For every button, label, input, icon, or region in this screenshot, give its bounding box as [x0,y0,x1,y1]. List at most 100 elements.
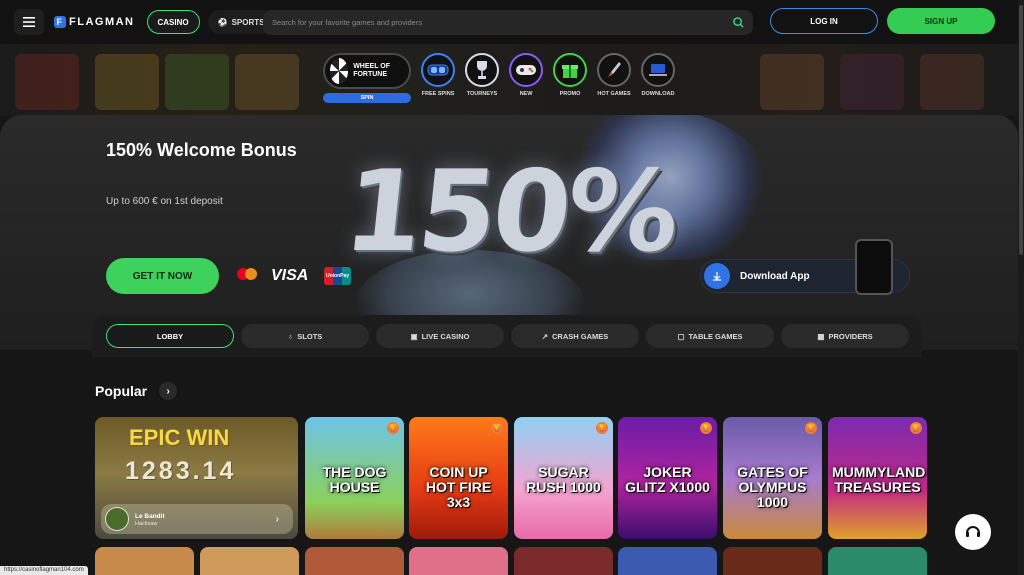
game-card[interactable] [618,547,717,575]
game-card[interactable]: COIN UP HOT FIRE 3x3 🏆 [409,417,508,539]
tab-live-casino[interactable]: ▣ LIVE CASINO [376,324,504,348]
wheel-card[interactable]: WHEEL OF FORTUNE [323,53,411,89]
trophy-icon: 🏆 [910,422,922,434]
tab-label: CRASH GAMES [552,331,609,341]
section-title: Popular [95,383,148,399]
game-avatar [105,507,129,531]
game-card[interactable]: JOKER GLITZ X1000 🏆 [618,417,717,539]
game-card[interactable]: THE DOG HOUSE 🏆 [305,417,404,539]
mastercard-icon [236,267,258,281]
banner-title: 150% Welcome Bonus [106,140,297,160]
game-card-title: JOKER GLITZ X1000 [625,464,710,495]
wheel-title: WHEEL OF FORTUNE [353,63,391,78]
trophy-icon: 🏆 [387,422,399,434]
quick-nav-label: DOWNLOAD [641,91,675,97]
game-card-title: COIN UP HOT FIRE 3x3 [425,464,492,510]
trophy-icon: 🏆 [596,422,608,434]
signup-button[interactable]: SIGN UP [887,8,995,34]
search-input[interactable]: Search for your favorite games and provi… [263,10,753,35]
crash-icon: ↗ [541,331,549,341]
live-casino-icon: ▣ [410,331,418,341]
search-placeholder: Search for your favorite games and provi… [272,18,423,27]
rocket-icon [597,53,631,87]
bg-game-tile [15,54,79,110]
featured-win-card[interactable]: EPIC WIN 1283.14 Le Bandit Hacksaw › [95,417,298,539]
popular-section-header: Popular › [95,382,178,400]
logo-text: FLAGMAN [69,16,135,28]
game-card[interactable]: GATES OF OLYMPUS 1000 🏆 [723,417,822,539]
banner-big-percent: 150% [338,147,682,277]
hamburger-icon [23,17,35,27]
tab-label: LIVE CASINO [421,331,470,341]
support-chat-button[interactable] [955,514,991,550]
tab-label: PROVIDERS [828,331,873,341]
table-games-icon: ▢ [677,331,685,341]
tab-providers[interactable]: ▦ PROVIDERS [781,324,909,348]
tab-lobby[interactable]: LOBBY [106,324,234,348]
game-card[interactable] [200,547,299,575]
quick-nav-free-spins[interactable]: FREE SPINS [421,53,455,97]
game-card[interactable] [514,547,613,575]
game-card[interactable] [305,547,404,575]
gift-icon [553,53,587,87]
goggles-icon [421,53,455,87]
quick-nav: WHEEL OF FORTUNE SPIN FREE SPINS TOURNEY… [323,53,675,103]
game-card[interactable]: MUMMYLAND TREASURES 🏆 [828,417,927,539]
status-url: https://casinoflagman104.com [0,566,88,575]
quick-nav-hot-games[interactable]: HOT GAMES [597,53,631,97]
tab-crash-games[interactable]: ↗ CRASH GAMES [511,324,639,348]
game-card[interactable] [409,547,508,575]
bg-game-tile [95,54,159,110]
quick-nav-label: TOURNEYS [466,91,498,97]
game-card-title: MUMMYLAND TREASURES [832,464,926,495]
chevron-right-icon[interactable]: › [159,382,178,400]
headset-icon [966,526,980,537]
search-icon[interactable] [733,17,744,28]
download-app-label: Download App [740,270,810,282]
quick-nav-label: HOT GAMES [597,91,631,97]
scrollbar-thumb[interactable] [1019,5,1023,255]
visa-logo: VISA [271,267,309,284]
slots-icon: ♁ [287,331,294,341]
bg-game-tile [165,54,229,110]
bg-game-tile [840,54,904,110]
game-card[interactable] [828,547,927,575]
quick-nav-label: PROMO [559,91,581,97]
quick-nav-promo[interactable]: PROMO [553,53,587,97]
quick-nav-download[interactable]: DOWNLOAD [641,53,675,97]
quick-nav-tourneys[interactable]: TOURNEYS [465,53,499,97]
sports-label: SPORTS [231,17,265,27]
menu-button[interactable] [14,9,44,35]
phone-image [855,239,893,295]
game-card-title: SUGAR RUSH 1000 [526,464,601,495]
banner-subtitle: Up to 600 € on 1st deposit [106,196,223,207]
tab-slots[interactable]: ♁ SLOTS [241,324,369,348]
casino-toggle[interactable]: CASINO [146,10,200,34]
get-it-now-button[interactable]: GET IT NOW [106,258,219,294]
wheel-of-fortune[interactable]: WHEEL OF FORTUNE SPIN [323,53,411,103]
tab-label: TABLE GAMES [688,331,743,341]
game-card[interactable] [723,547,822,575]
providers-icon: ▦ [817,331,825,341]
game-card-title: GATES OF OLYMPUS 1000 [737,464,808,510]
gamepad-icon [509,53,543,87]
spin-button[interactable]: SPIN [323,93,411,103]
category-tabs: LOBBY ♁ SLOTS ▣ LIVE CASINO ↗ CRASH GAMES ▢… [106,324,909,348]
trophy-icon: 🏆 [491,422,503,434]
quick-nav-new[interactable]: NEW [509,53,543,97]
login-button[interactable]: LOG IN [770,8,878,34]
logo-badge: F [54,16,66,28]
trophy-icon [465,53,499,87]
logo[interactable]: F FLAGMAN [54,16,135,28]
bg-game-tile [920,54,984,110]
tab-table-games[interactable]: ▢ TABLE GAMES [646,324,774,348]
game-card[interactable]: SUGAR RUSH 1000 🏆 [514,417,613,539]
epic-win-headline: EPIC WIN [129,425,230,450]
scrollbar-track[interactable] [1018,0,1024,575]
download-icon [704,263,730,289]
featured-game-bar[interactable]: Le Bandit Hacksaw › [101,504,293,534]
quick-nav-label: NEW [519,91,533,97]
game-card[interactable] [95,547,194,575]
laptop-icon [641,53,675,87]
featured-game-provider: Hacksaw [135,520,158,527]
